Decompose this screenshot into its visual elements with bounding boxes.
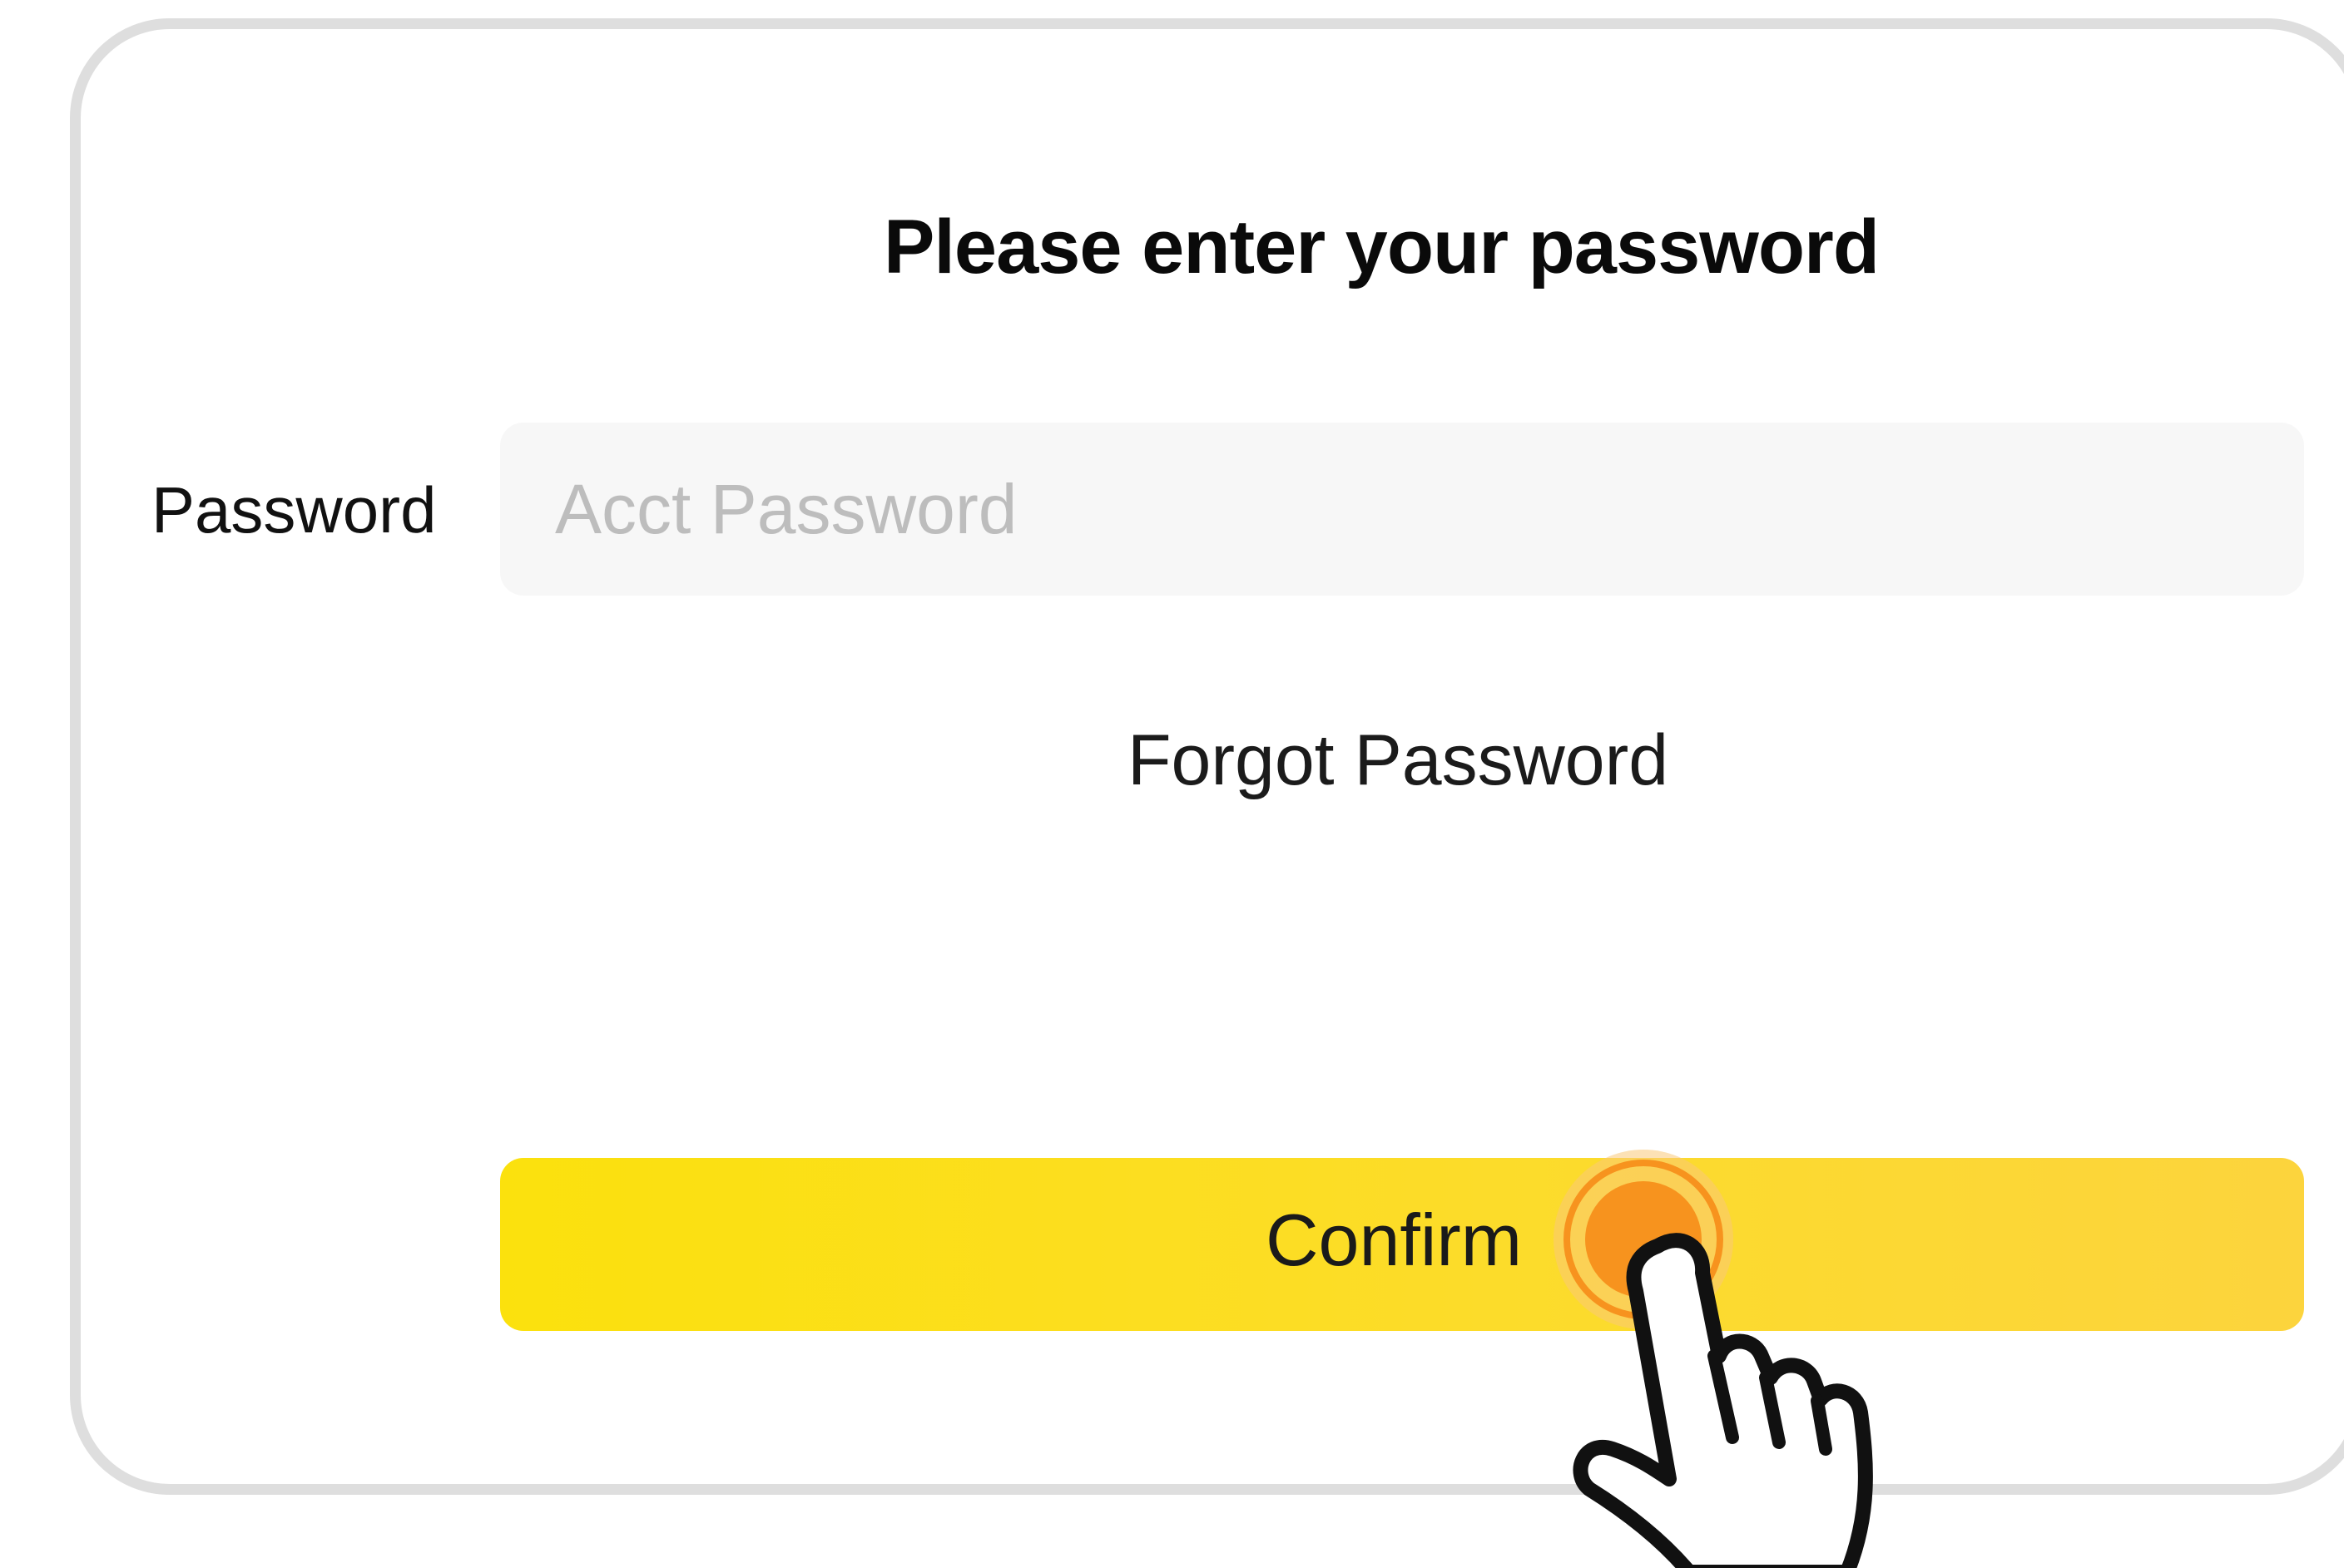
confirm-button-label: Confirm [1266, 1199, 1523, 1281]
pointing-hand-icon [1573, 1233, 1873, 1568]
password-label: Password [151, 473, 437, 547]
password-input[interactable] [500, 423, 2304, 596]
confirm-button[interactable]: Confirm [500, 1158, 2304, 1331]
screen: Please enter your password Password Forg… [0, 0, 2344, 1568]
dialog-title: Please enter your password [884, 205, 1880, 289]
forgot-password-link[interactable]: Forgot Password [1127, 720, 1668, 802]
